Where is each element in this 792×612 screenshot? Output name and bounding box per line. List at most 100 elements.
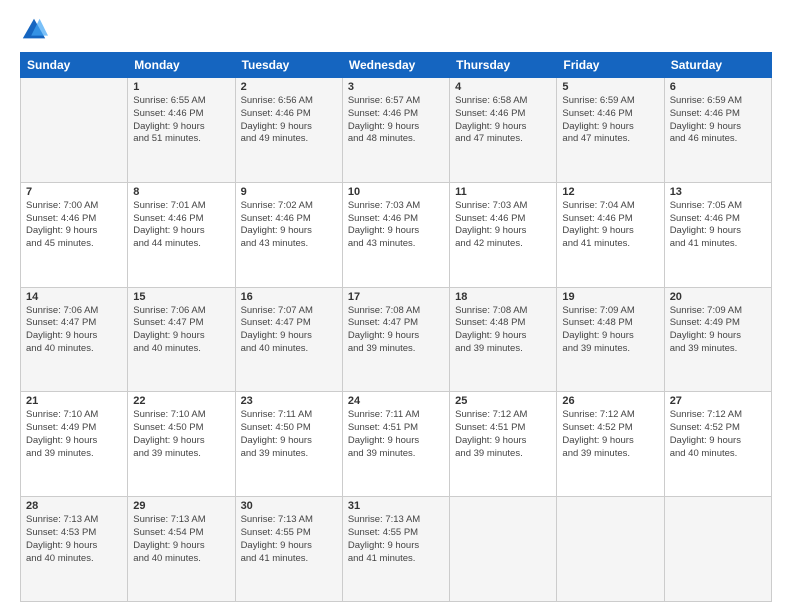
calendar-cell: 15 Sunrise: 7:06 AM Sunset: 4:47 PM Dayli… <box>128 287 235 392</box>
calendar-cell: 7 Sunrise: 7:00 AM Sunset: 4:46 PM Daylig… <box>21 182 128 287</box>
day-info: Sunrise: 7:11 AM Sunset: 4:50 PM Dayligh… <box>241 409 337 460</box>
day-info: Sunrise: 7:11 AM Sunset: 4:51 PM Dayligh… <box>348 409 444 460</box>
calendar-cell: 13 Sunrise: 7:05 AM Sunset: 4:46 PM Dayli… <box>664 182 771 287</box>
logo <box>20 16 52 44</box>
calendar-cell: 28Sunrise: 7:13 AM Sunset: 4:53 PM Dayli… <box>21 497 128 602</box>
day-number: 5 <box>562 81 658 93</box>
day-number: 26 <box>562 395 658 407</box>
day-number: 10 <box>348 186 444 198</box>
day-number: 20 <box>670 291 766 303</box>
logo-icon <box>20 16 48 44</box>
weekday-thursday: Thursday <box>450 53 557 78</box>
week-row-4: 21 Sunrise: 7:10 AM Sunset: 4:49 PM Dayli… <box>21 392 772 497</box>
day-info: Sunrise: 7:06 AM Sunset: 4:47 PM Dayligh… <box>26 305 122 356</box>
day-number: 27 <box>670 395 766 407</box>
day-info: Sunrise: 7:04 AM Sunset: 4:46 PM Dayligh… <box>562 200 658 251</box>
calendar-cell: 19 Sunrise: 7:09 AM Sunset: 4:48 PM Dayli… <box>557 287 664 392</box>
calendar-cell: 20 Sunrise: 7:09 AM Sunset: 4:49 PM Dayli… <box>664 287 771 392</box>
day-number: 18 <box>455 291 551 303</box>
weekday-wednesday: Wednesday <box>342 53 449 78</box>
day-info: Sunrise: 7:09 AM Sunset: 4:48 PM Dayligh… <box>562 305 658 356</box>
day-info: Sunrise: 7:07 AM Sunset: 4:47 PM Dayligh… <box>241 305 337 356</box>
calendar-cell: 6 Sunrise: 6:59 AM Sunset: 4:46 PM Daylig… <box>664 78 771 183</box>
day-info: Sunrise: 7:03 AM Sunset: 4:46 PM Dayligh… <box>455 200 551 251</box>
calendar-cell: 23 Sunrise: 7:11 AM Sunset: 4:50 PM Dayli… <box>235 392 342 497</box>
calendar-cell: 11 Sunrise: 7:03 AM Sunset: 4:46 PM Dayli… <box>450 182 557 287</box>
page: SundayMondayTuesdayWednesdayThursdayFrid… <box>0 0 792 612</box>
calendar-cell: 8Sunrise: 7:01 AM Sunset: 4:46 PM Daylig… <box>128 182 235 287</box>
day-number: 3 <box>348 81 444 93</box>
day-info: Sunrise: 7:08 AM Sunset: 4:48 PM Dayligh… <box>455 305 551 356</box>
day-number: 13 <box>670 186 766 198</box>
day-info: Sunrise: 6:59 AM Sunset: 4:46 PM Dayligh… <box>670 95 766 146</box>
calendar: SundayMondayTuesdayWednesdayThursdayFrid… <box>20 52 772 602</box>
calendar-cell: 29Sunrise: 7:13 AM Sunset: 4:54 PM Dayli… <box>128 497 235 602</box>
day-info: Sunrise: 7:09 AM Sunset: 4:49 PM Dayligh… <box>670 305 766 356</box>
calendar-cell: 30Sunrise: 7:13 AM Sunset: 4:55 PM Dayli… <box>235 497 342 602</box>
day-info: Sunrise: 7:10 AM Sunset: 4:49 PM Dayligh… <box>26 409 122 460</box>
calendar-cell: 22Sunrise: 7:10 AM Sunset: 4:50 PM Dayli… <box>128 392 235 497</box>
weekday-monday: Monday <box>128 53 235 78</box>
day-number: 9 <box>241 186 337 198</box>
weekday-header-row: SundayMondayTuesdayWednesdayThursdayFrid… <box>21 53 772 78</box>
day-info: Sunrise: 7:06 AM Sunset: 4:47 PM Dayligh… <box>133 305 229 356</box>
day-number: 6 <box>670 81 766 93</box>
day-number: 24 <box>348 395 444 407</box>
weekday-tuesday: Tuesday <box>235 53 342 78</box>
calendar-cell: 4Sunrise: 6:58 AM Sunset: 4:46 PM Daylig… <box>450 78 557 183</box>
day-info: Sunrise: 7:12 AM Sunset: 4:52 PM Dayligh… <box>670 409 766 460</box>
day-info: Sunrise: 6:56 AM Sunset: 4:46 PM Dayligh… <box>241 95 337 146</box>
calendar-cell: 12 Sunrise: 7:04 AM Sunset: 4:46 PM Dayli… <box>557 182 664 287</box>
day-number: 21 <box>26 395 122 407</box>
calendar-cell: 2Sunrise: 6:56 AM Sunset: 4:46 PM Daylig… <box>235 78 342 183</box>
day-number: 4 <box>455 81 551 93</box>
calendar-cell: 31Sunrise: 7:13 AM Sunset: 4:55 PM Dayli… <box>342 497 449 602</box>
calendar-cell: 24 Sunrise: 7:11 AM Sunset: 4:51 PM Dayli… <box>342 392 449 497</box>
week-row-3: 14 Sunrise: 7:06 AM Sunset: 4:47 PM Dayli… <box>21 287 772 392</box>
calendar-cell: 18 Sunrise: 7:08 AM Sunset: 4:48 PM Dayli… <box>450 287 557 392</box>
day-info: Sunrise: 7:13 AM Sunset: 4:54 PM Dayligh… <box>133 514 229 565</box>
day-number: 25 <box>455 395 551 407</box>
week-row-2: 7 Sunrise: 7:00 AM Sunset: 4:46 PM Daylig… <box>21 182 772 287</box>
weekday-sunday: Sunday <box>21 53 128 78</box>
day-info: Sunrise: 7:12 AM Sunset: 4:52 PM Dayligh… <box>562 409 658 460</box>
day-info: Sunrise: 7:03 AM Sunset: 4:46 PM Dayligh… <box>348 200 444 251</box>
day-number: 12 <box>562 186 658 198</box>
day-number: 23 <box>241 395 337 407</box>
weekday-friday: Friday <box>557 53 664 78</box>
day-number: 19 <box>562 291 658 303</box>
week-row-5: 28Sunrise: 7:13 AM Sunset: 4:53 PM Dayli… <box>21 497 772 602</box>
day-info: Sunrise: 7:13 AM Sunset: 4:55 PM Dayligh… <box>348 514 444 565</box>
day-info: Sunrise: 7:13 AM Sunset: 4:55 PM Dayligh… <box>241 514 337 565</box>
day-number: 15 <box>133 291 229 303</box>
day-number: 8 <box>133 186 229 198</box>
day-info: Sunrise: 6:59 AM Sunset: 4:46 PM Dayligh… <box>562 95 658 146</box>
header <box>20 16 772 44</box>
day-number: 11 <box>455 186 551 198</box>
calendar-cell: 27 Sunrise: 7:12 AM Sunset: 4:52 PM Dayli… <box>664 392 771 497</box>
day-number: 16 <box>241 291 337 303</box>
week-row-1: 1Sunrise: 6:55 AM Sunset: 4:46 PM Daylig… <box>21 78 772 183</box>
day-number: 1 <box>133 81 229 93</box>
day-number: 22 <box>133 395 229 407</box>
day-info: Sunrise: 7:12 AM Sunset: 4:51 PM Dayligh… <box>455 409 551 460</box>
calendar-cell: 5 Sunrise: 6:59 AM Sunset: 4:46 PM Daylig… <box>557 78 664 183</box>
calendar-cell <box>664 497 771 602</box>
calendar-cell <box>557 497 664 602</box>
day-number: 14 <box>26 291 122 303</box>
calendar-cell: 9 Sunrise: 7:02 AM Sunset: 4:46 PM Daylig… <box>235 182 342 287</box>
calendar-cell: 17Sunrise: 7:08 AM Sunset: 4:47 PM Dayli… <box>342 287 449 392</box>
calendar-cell: 21 Sunrise: 7:10 AM Sunset: 4:49 PM Dayli… <box>21 392 128 497</box>
calendar-cell: 3Sunrise: 6:57 AM Sunset: 4:46 PM Daylig… <box>342 78 449 183</box>
day-info: Sunrise: 7:02 AM Sunset: 4:46 PM Dayligh… <box>241 200 337 251</box>
day-info: Sunrise: 7:08 AM Sunset: 4:47 PM Dayligh… <box>348 305 444 356</box>
calendar-cell: 25 Sunrise: 7:12 AM Sunset: 4:51 PM Dayli… <box>450 392 557 497</box>
day-info: Sunrise: 7:05 AM Sunset: 4:46 PM Dayligh… <box>670 200 766 251</box>
calendar-cell: 26 Sunrise: 7:12 AM Sunset: 4:52 PM Dayli… <box>557 392 664 497</box>
calendar-cell: 14 Sunrise: 7:06 AM Sunset: 4:47 PM Dayli… <box>21 287 128 392</box>
weekday-saturday: Saturday <box>664 53 771 78</box>
day-number: 7 <box>26 186 122 198</box>
day-info: Sunrise: 7:00 AM Sunset: 4:46 PM Dayligh… <box>26 200 122 251</box>
day-number: 28 <box>26 500 122 512</box>
calendar-cell <box>21 78 128 183</box>
